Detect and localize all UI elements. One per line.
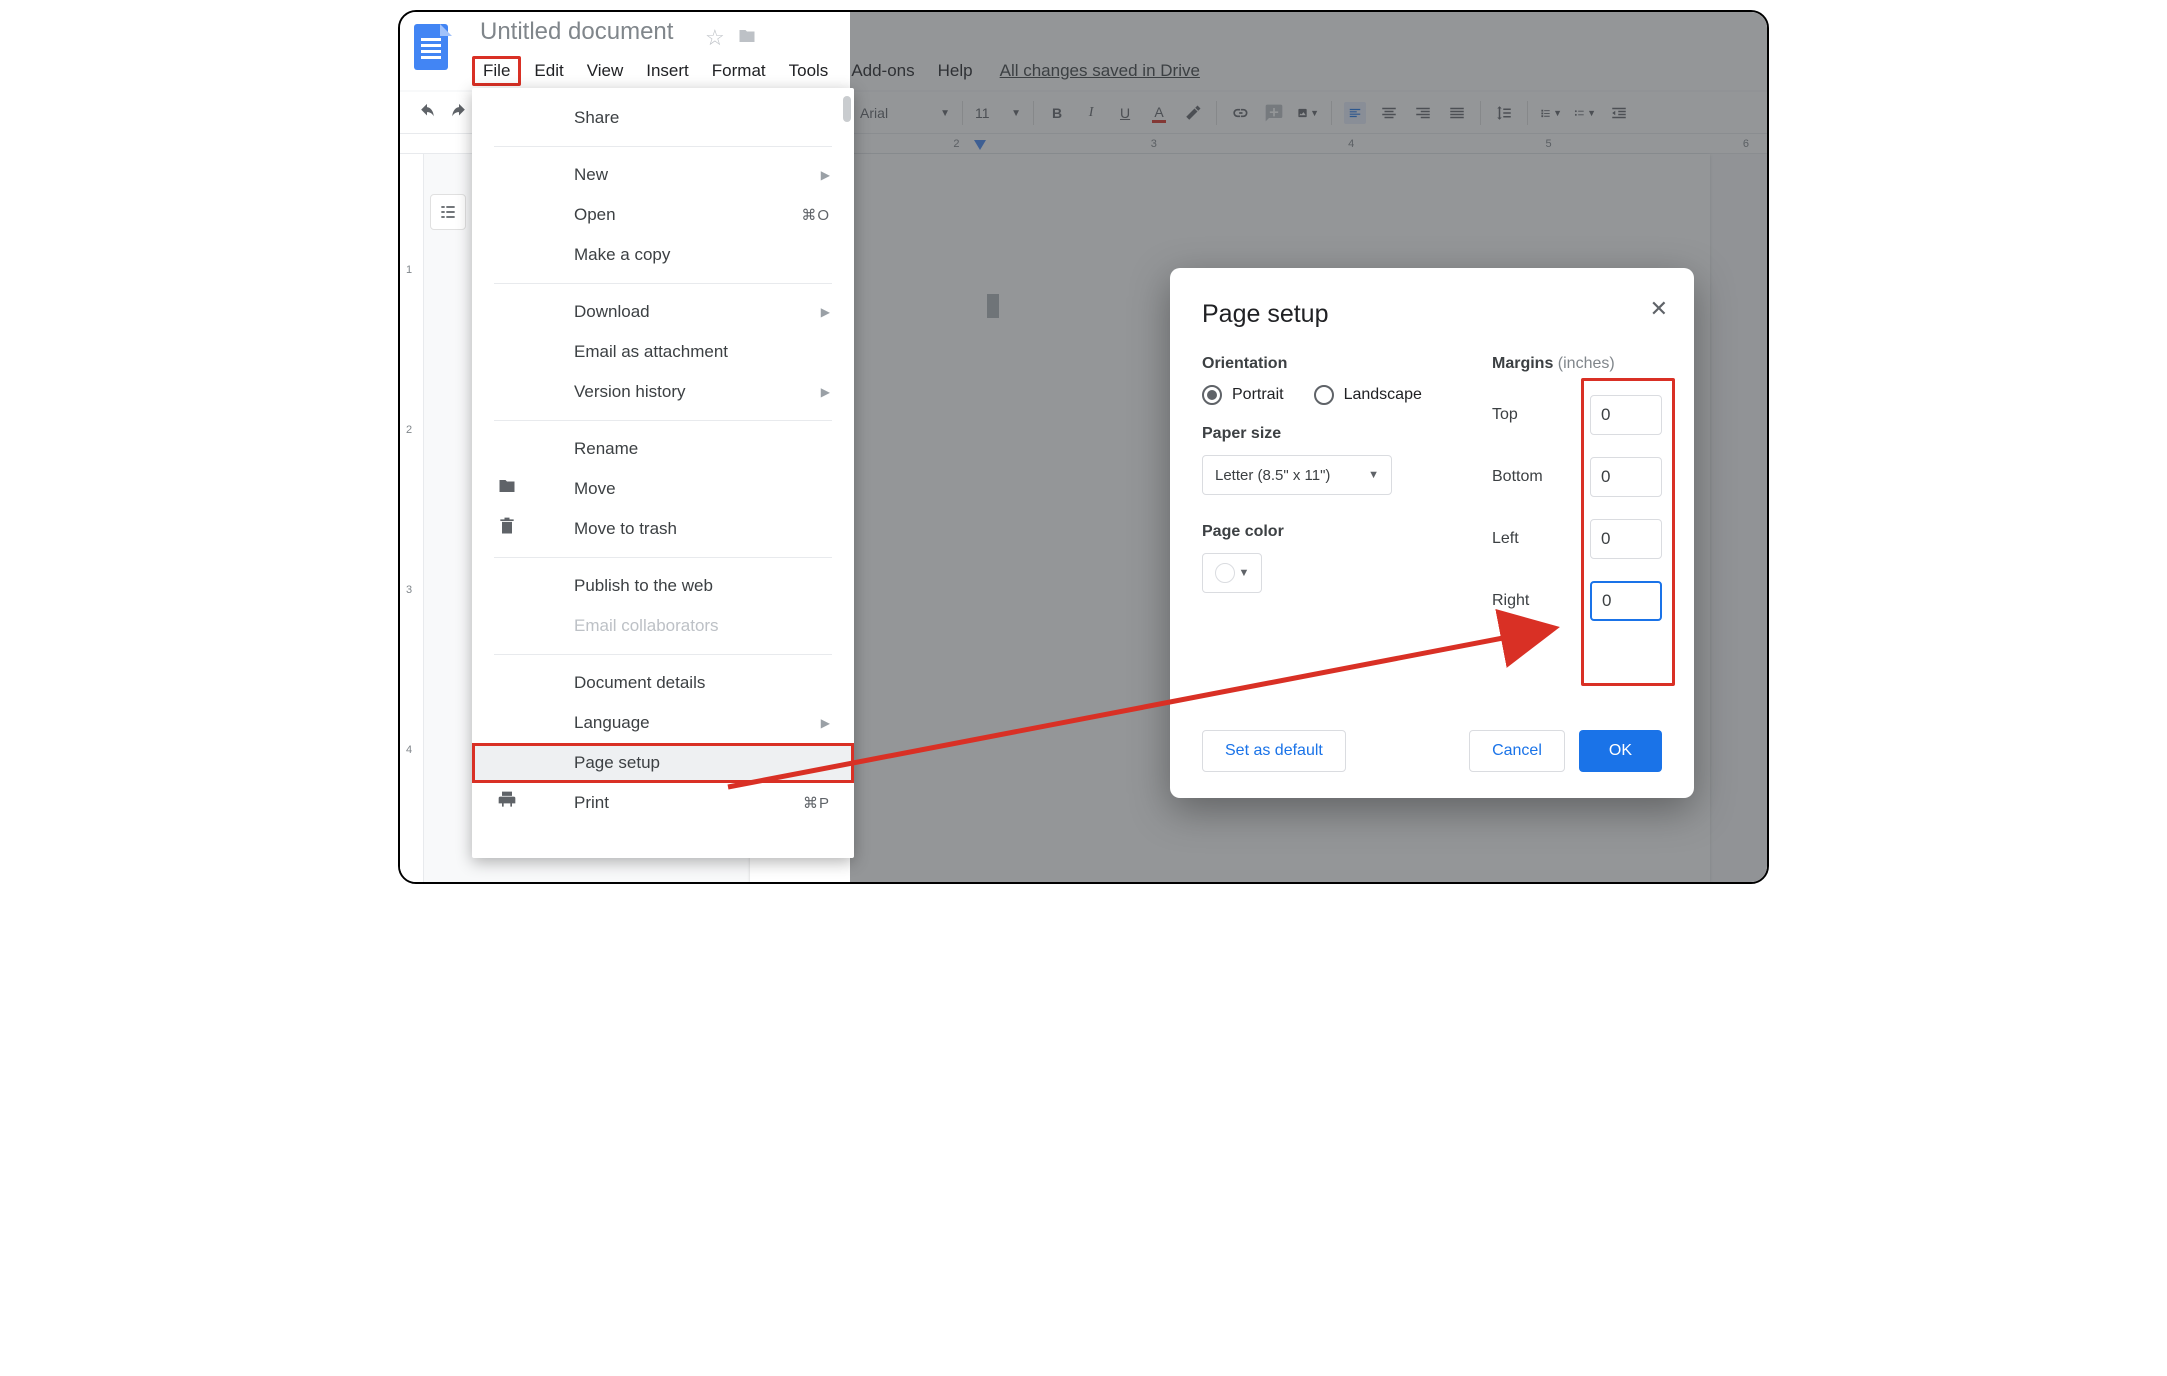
paper-size-label: Paper size — [1202, 425, 1452, 443]
menu-item-open[interactable]: Open⌘O — [472, 195, 854, 235]
vertical-ruler[interactable]: 1 2 3 4 — [400, 154, 424, 882]
submenu-arrow-icon: ▶ — [821, 385, 830, 399]
menu-item-email-collaborators: Email collaborators — [472, 606, 854, 646]
undo-button[interactable] — [416, 102, 438, 124]
separator — [494, 146, 832, 147]
margin-left-input[interactable] — [1590, 519, 1662, 559]
docs-logo-icon[interactable] — [414, 24, 454, 76]
menu-item-new[interactable]: New▶ — [472, 155, 854, 195]
menu-item-document-details[interactable]: Document details — [472, 663, 854, 703]
menu-tools[interactable]: Tools — [779, 57, 839, 85]
menu-item-publish[interactable]: Publish to the web — [472, 566, 854, 606]
menu-edit[interactable]: Edit — [524, 57, 573, 85]
menu-item-email-attachment[interactable]: Email as attachment — [472, 332, 854, 372]
margin-top-input[interactable] — [1590, 395, 1662, 435]
menu-item-share[interactable]: Share — [472, 98, 854, 138]
color-swatch-icon — [1215, 563, 1235, 583]
separator — [494, 420, 832, 421]
page-color-select[interactable]: ▼ — [1202, 553, 1262, 593]
outline-toggle-button[interactable] — [430, 194, 466, 230]
close-button[interactable]: ✕ — [1650, 296, 1668, 322]
margin-bottom-label: Bottom — [1492, 468, 1543, 486]
margin-top-label: Top — [1492, 406, 1518, 424]
radio-unselected-icon — [1314, 385, 1334, 405]
cancel-button[interactable]: Cancel — [1469, 730, 1565, 772]
ruler-tick: 1 — [406, 264, 412, 276]
radio-label: Portrait — [1232, 386, 1284, 404]
file-menu-dropdown: Share New▶ Open⌘O Make a copy Download▶ … — [472, 88, 854, 858]
orientation-portrait-radio[interactable]: Portrait — [1202, 385, 1284, 405]
margin-bottom-input[interactable] — [1590, 457, 1662, 497]
print-icon — [494, 790, 520, 816]
ruler-tick: 3 — [406, 584, 412, 596]
menu-view[interactable]: View — [577, 57, 634, 85]
menu-format[interactable]: Format — [702, 57, 776, 85]
margin-right-input[interactable] — [1590, 581, 1662, 621]
menu-file[interactable]: File — [472, 56, 521, 86]
star-icon[interactable]: ☆ — [705, 25, 725, 51]
margin-right-label: Right — [1492, 592, 1529, 610]
menu-item-make-copy[interactable]: Make a copy — [472, 235, 854, 275]
trash-icon — [494, 515, 520, 543]
menu-item-page-setup[interactable]: Page setup — [472, 743, 854, 783]
menu-item-version-history[interactable]: Version history▶ — [472, 372, 854, 412]
menu-item-language[interactable]: Language▶ — [472, 703, 854, 743]
page-color-label: Page color — [1202, 523, 1452, 541]
menu-item-move-to-trash[interactable]: Move to trash — [472, 509, 854, 549]
submenu-arrow-icon: ▶ — [821, 168, 830, 182]
keyboard-shortcut: ⌘O — [801, 206, 830, 224]
paper-size-select[interactable]: Letter (8.5" x 11") ▼ — [1202, 455, 1392, 495]
set-as-default-button[interactable]: Set as default — [1202, 730, 1346, 772]
ruler-tick: 2 — [406, 424, 412, 436]
separator — [494, 654, 832, 655]
ok-button[interactable]: OK — [1579, 730, 1662, 772]
menu-item-move[interactable]: Move — [472, 469, 854, 509]
redo-button[interactable] — [448, 102, 470, 124]
menu-item-rename[interactable]: Rename — [472, 429, 854, 469]
separator — [494, 283, 832, 284]
paper-size-value: Letter (8.5" x 11") — [1215, 467, 1330, 484]
folder-icon — [494, 477, 520, 501]
margins-label: Margins (inches) — [1492, 355, 1662, 373]
radio-label: Landscape — [1344, 386, 1422, 404]
folder-move-icon[interactable] — [736, 25, 758, 51]
menu-insert[interactable]: Insert — [636, 57, 699, 85]
radio-selected-icon — [1202, 385, 1222, 405]
document-title[interactable]: Untitled document — [480, 18, 673, 46]
page-setup-dialog: Page setup ✕ Orientation Portrait Landsc… — [1170, 268, 1694, 798]
orientation-landscape-radio[interactable]: Landscape — [1314, 385, 1422, 405]
ruler-tick: 4 — [406, 744, 412, 756]
menu-item-download[interactable]: Download▶ — [472, 292, 854, 332]
margin-left-label: Left — [1492, 530, 1519, 548]
separator — [494, 557, 832, 558]
orientation-label: Orientation — [1202, 355, 1452, 373]
caret-down-icon: ▼ — [1239, 567, 1250, 579]
dialog-title: Page setup — [1202, 300, 1662, 329]
caret-down-icon: ▼ — [1368, 469, 1379, 481]
menu-item-print[interactable]: Print⌘P — [472, 783, 854, 823]
submenu-arrow-icon: ▶ — [821, 305, 830, 319]
submenu-arrow-icon: ▶ — [821, 716, 830, 730]
keyboard-shortcut: ⌘P — [803, 794, 830, 812]
